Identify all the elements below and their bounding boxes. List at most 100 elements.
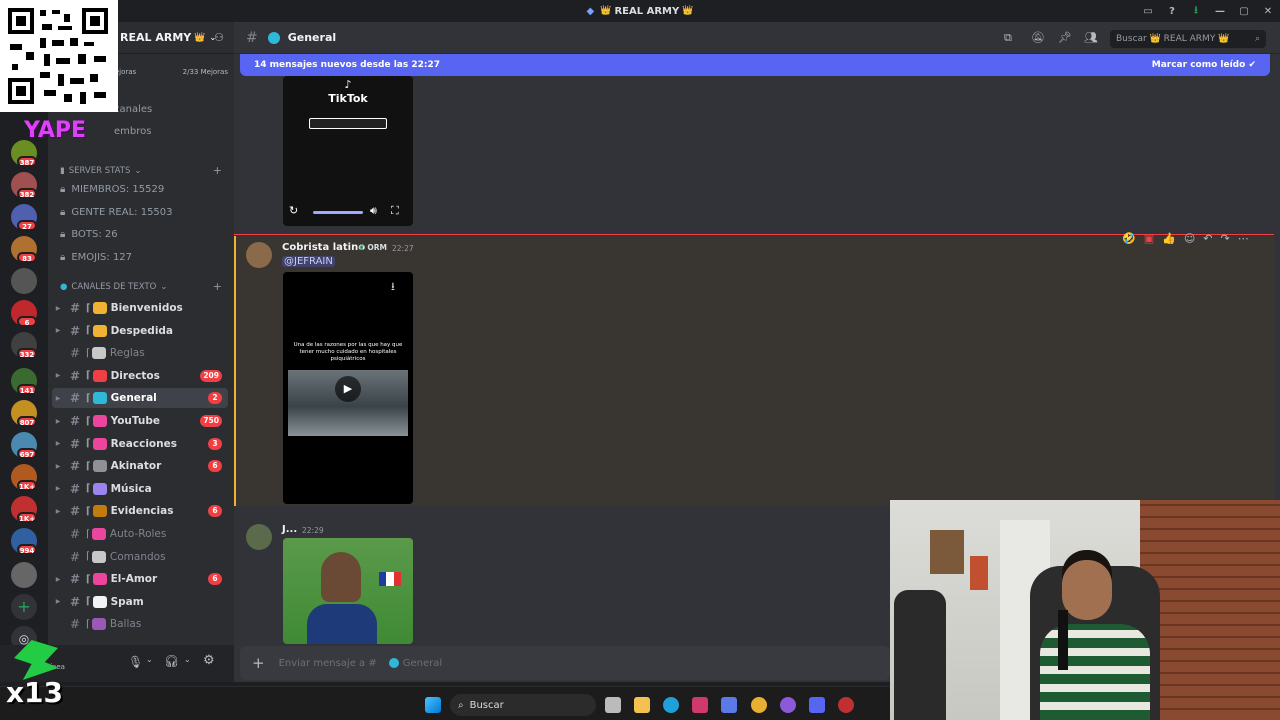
- new-messages-bar[interactable]: 14 mensajes nuevos desde las 22:27 Marca…: [240, 54, 1270, 76]
- composer-placeholder: Enviar mensaje a #: [278, 657, 377, 669]
- app-icon[interactable]: [838, 697, 854, 713]
- stat-item[interactable]: 🔒︎ BOTS: 26: [60, 229, 118, 240]
- inbox-icon[interactable]: ▭: [1136, 6, 1160, 17]
- channel-item[interactable]: # ⌈ Reglas: [52, 343, 228, 363]
- channel-item[interactable]: # ⌈ Comandos: [52, 547, 228, 567]
- copilot-icon[interactable]: [721, 697, 737, 713]
- discord-icon[interactable]: [809, 697, 825, 713]
- maximize-button[interactable]: ▢: [1232, 6, 1256, 17]
- task-view-icon[interactable]: [605, 697, 621, 713]
- play-icon[interactable]: ▶: [335, 376, 361, 402]
- channel-item[interactable]: # ⌈ Auto-Roles: [52, 524, 228, 544]
- fullscreen-icon[interactable]: ⛶: [391, 204, 399, 218]
- video-attachment[interactable]: ⭳ Una de las razones por las que hay que…: [283, 272, 413, 504]
- forward-icon[interactable]: ↷: [1221, 232, 1230, 250]
- replay-icon[interactable]: ↻: [289, 204, 298, 217]
- windows-start-icon[interactable]: [425, 697, 441, 713]
- notification-bell-icon[interactable]: 🔕︎: [1031, 31, 1045, 44]
- download-icon[interactable]: ⭳: [1184, 3, 1208, 20]
- channel-item[interactable]: # ⌈ Ballas: [52, 614, 228, 634]
- category-text-channels[interactable]: ● CANALES DE TEXTO ⌄: [60, 282, 167, 292]
- chrome-icon[interactable]: [751, 697, 767, 713]
- reaction-custom-icon[interactable]: ▣: [1144, 232, 1154, 250]
- hash-icon: #: [69, 594, 81, 609]
- taskbar-search[interactable]: ⌕ Buscar: [450, 694, 596, 716]
- mark-as-read-button[interactable]: Marcar como leído ✔: [1152, 60, 1256, 70]
- image-attachment[interactable]: [283, 538, 413, 644]
- stat-item[interactable]: 🔒︎ MIEMBROS: 15529: [60, 184, 164, 195]
- boost-progress[interactable]: mejoras 2/33 Mejoras: [108, 68, 228, 76]
- channel-item[interactable]: ▶ # ⌈ Bienvenidos: [52, 298, 228, 318]
- stat-item[interactable]: 🔒︎ GENTE REAL: 15503: [60, 207, 173, 218]
- expand-arrow-icon[interactable]: ▶: [52, 395, 64, 402]
- threads-icon[interactable]: ⧉: [1004, 31, 1012, 45]
- expand-arrow-icon[interactable]: ▶: [52, 305, 64, 312]
- add-reaction-icon[interactable]: ☺: [1184, 232, 1195, 250]
- stat-item[interactable]: 🔒︎ EMOJIS: 127: [60, 252, 132, 263]
- unread-badge: 209: [200, 369, 222, 382]
- expand-arrow-icon[interactable]: ▶: [52, 485, 64, 492]
- channel-emoji-icon: [92, 573, 107, 586]
- channel-item[interactable]: ▶ # ⌈ El-Amor 6: [52, 569, 228, 589]
- channel-item[interactable]: ▶ # ⌈ Reacciones 3: [52, 434, 228, 454]
- help-icon[interactable]: ?: [1160, 6, 1184, 17]
- chevron-down-icon[interactable]: ⌄: [184, 655, 191, 664]
- channel-item[interactable]: ▶ # ⌈ Despedida: [52, 321, 228, 341]
- expand-arrow-icon[interactable]: ▶: [52, 598, 64, 605]
- channel-item[interactable]: ▶ # ⌈ Directos 209: [52, 366, 228, 386]
- chevron-down-icon[interactable]: ⌄: [146, 655, 153, 664]
- reply-icon[interactable]: ↶: [1203, 232, 1212, 250]
- channel-item[interactable]: ▶ # ⌈ Música: [52, 479, 228, 499]
- tiktok-embed[interactable]: ♪ TikTok ↻ 🔊︎ ⛶: [283, 76, 413, 226]
- minimize-button[interactable]: —: [1208, 6, 1232, 17]
- avatar[interactable]: [246, 242, 272, 268]
- search-input[interactable]: Buscar 👑 REAL ARMY 👑 ⌕: [1110, 30, 1266, 48]
- download-icon[interactable]: ⭳: [391, 278, 395, 297]
- nav-channels[interactable]: canales: [114, 104, 152, 115]
- server-icon[interactable]: [11, 562, 37, 588]
- headphones-icon[interactable]: 🎧︎: [164, 654, 179, 668]
- microphone-icon[interactable]: 🎙︎: [128, 655, 143, 669]
- avatar[interactable]: [246, 524, 272, 550]
- pin-icon[interactable]: 📌︎: [1058, 31, 1072, 44]
- add-server-button[interactable]: +: [11, 594, 37, 620]
- nav-members[interactable]: embros: [114, 126, 151, 137]
- gear-icon[interactable]: ⚙: [203, 653, 215, 668]
- message-author[interactable]: J...: [282, 524, 297, 535]
- server-icon[interactable]: [11, 268, 37, 294]
- channel-item[interactable]: ▶ # ⌈ Evidencias 6: [52, 501, 228, 521]
- expand-arrow-icon[interactable]: ▶: [52, 418, 64, 425]
- more-options-icon[interactable]: ⋯: [1238, 232, 1249, 250]
- members-icon[interactable]: 👥︎: [1084, 31, 1098, 44]
- app-icon[interactable]: [692, 697, 708, 713]
- channel-item[interactable]: ▶ # ⌈ Spam: [52, 592, 228, 612]
- invite-icon[interactable]: ⚇: [214, 31, 224, 44]
- message-composer[interactable]: + Enviar mensaje a # General: [240, 646, 890, 680]
- message-author[interactable]: Cobrista latino: [282, 242, 365, 253]
- expand-arrow-icon[interactable]: ▶: [52, 327, 64, 334]
- edge-icon[interactable]: [663, 697, 679, 713]
- expand-arrow-icon[interactable]: ▶: [52, 440, 64, 447]
- volume-icon[interactable]: 🔊︎: [370, 204, 377, 218]
- add-channel-icon[interactable]: +: [213, 280, 222, 293]
- reaction-thumbs-up-icon[interactable]: 👍: [1162, 232, 1176, 250]
- expand-arrow-icon[interactable]: ▶: [52, 576, 64, 583]
- attach-plus-icon[interactable]: +: [252, 654, 265, 672]
- file-explorer-icon[interactable]: [634, 697, 650, 713]
- category-label: SERVER STATS: [68, 166, 131, 176]
- add-channel-icon[interactable]: +: [213, 164, 222, 177]
- channel-name: General: [110, 392, 157, 405]
- close-button[interactable]: ✕: [1256, 6, 1280, 17]
- reaction-laugh-icon[interactable]: 🤣: [1122, 232, 1136, 250]
- channel-item[interactable]: ▶ # ⌈ Akinator 6: [52, 456, 228, 476]
- channel-item[interactable]: ▶ # ⌈ General 2: [52, 388, 228, 409]
- browser-icon[interactable]: [780, 697, 796, 713]
- expand-arrow-icon[interactable]: ▶: [52, 508, 64, 515]
- channel-item[interactable]: ▶ # ⌈ YouTube 750: [52, 411, 228, 431]
- bracket-icon: ⌈: [86, 392, 91, 404]
- user-mention[interactable]: @JEFRAIN: [282, 256, 335, 267]
- volume-slider[interactable]: [313, 211, 363, 214]
- expand-arrow-icon[interactable]: ▶: [52, 463, 64, 470]
- expand-arrow-icon[interactable]: ▶: [52, 372, 64, 379]
- category-server-stats[interactable]: ▮ SERVER STATS ⌄: [60, 166, 141, 176]
